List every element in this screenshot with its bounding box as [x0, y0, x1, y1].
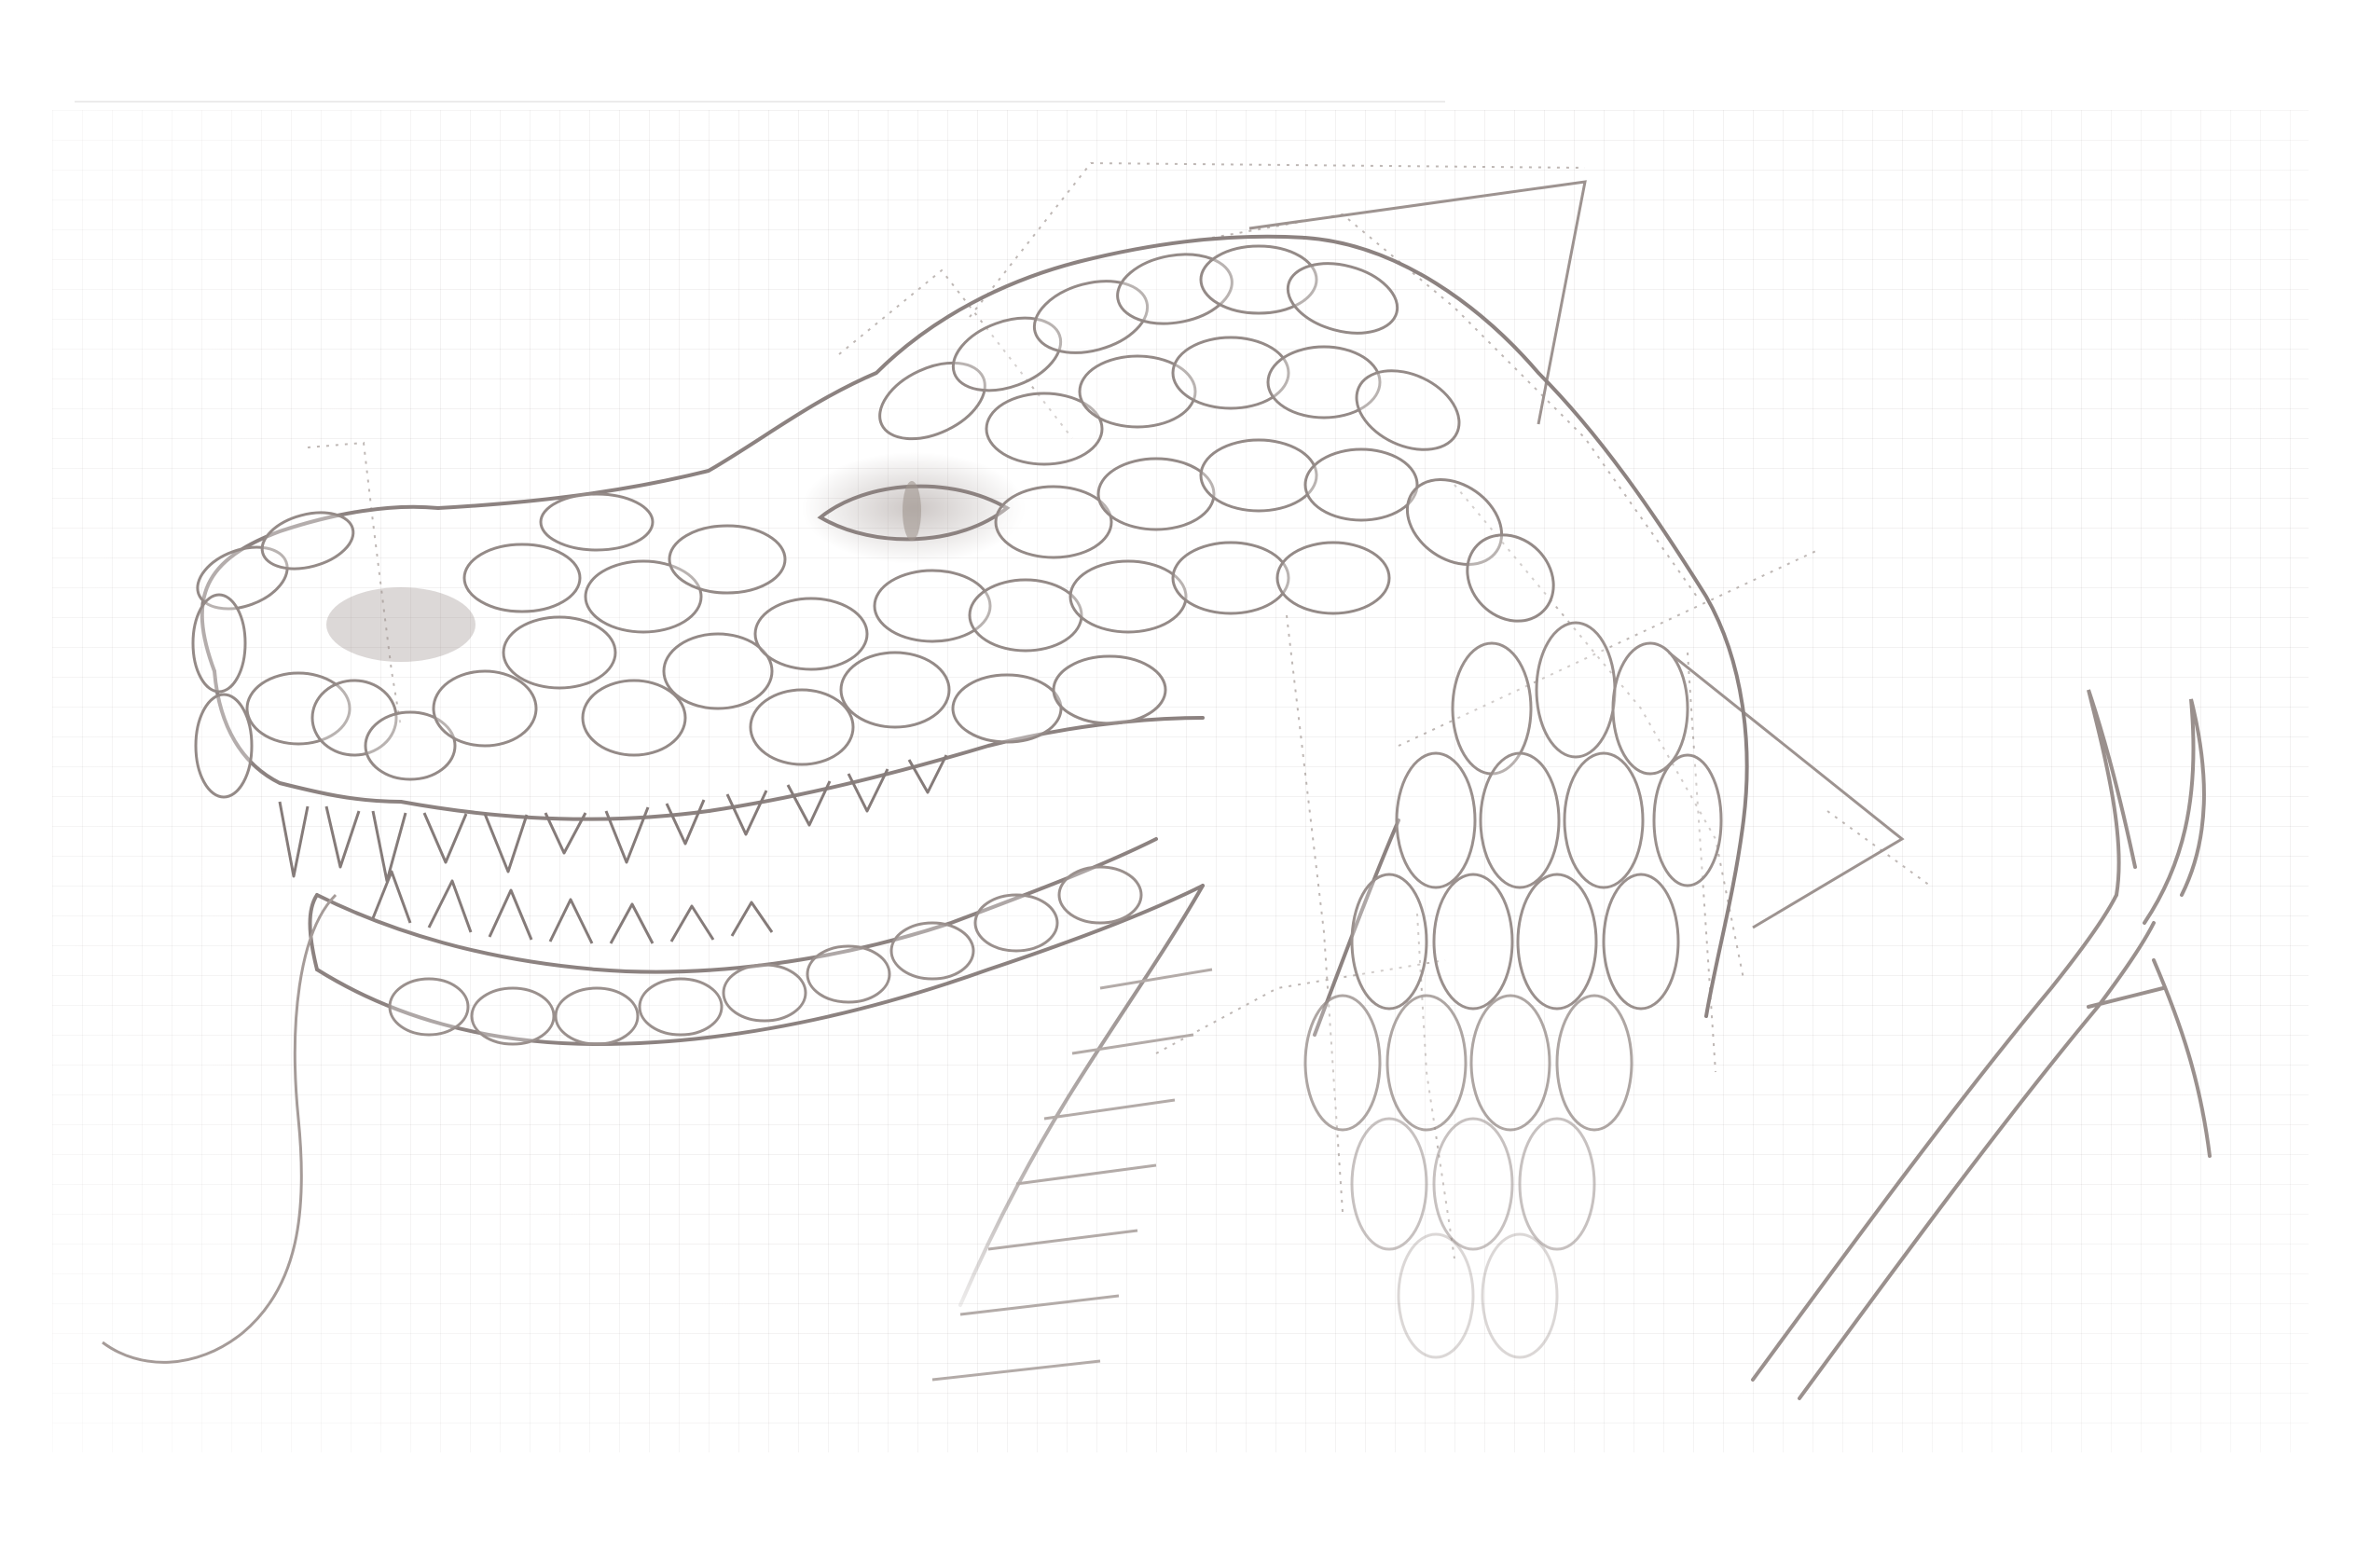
nostril-shadow [326, 587, 476, 662]
wing-spar [1751, 689, 2212, 1400]
sketch-sheet [0, 0, 2357, 1568]
neck-belly-plates [931, 968, 1213, 1382]
dragon-eye [802, 452, 1026, 564]
dragon-head-sketch [102, 161, 2212, 1400]
forked-tongue [102, 893, 338, 1364]
neck-scales [1303, 621, 1723, 1359]
lower-teeth [371, 870, 774, 944]
